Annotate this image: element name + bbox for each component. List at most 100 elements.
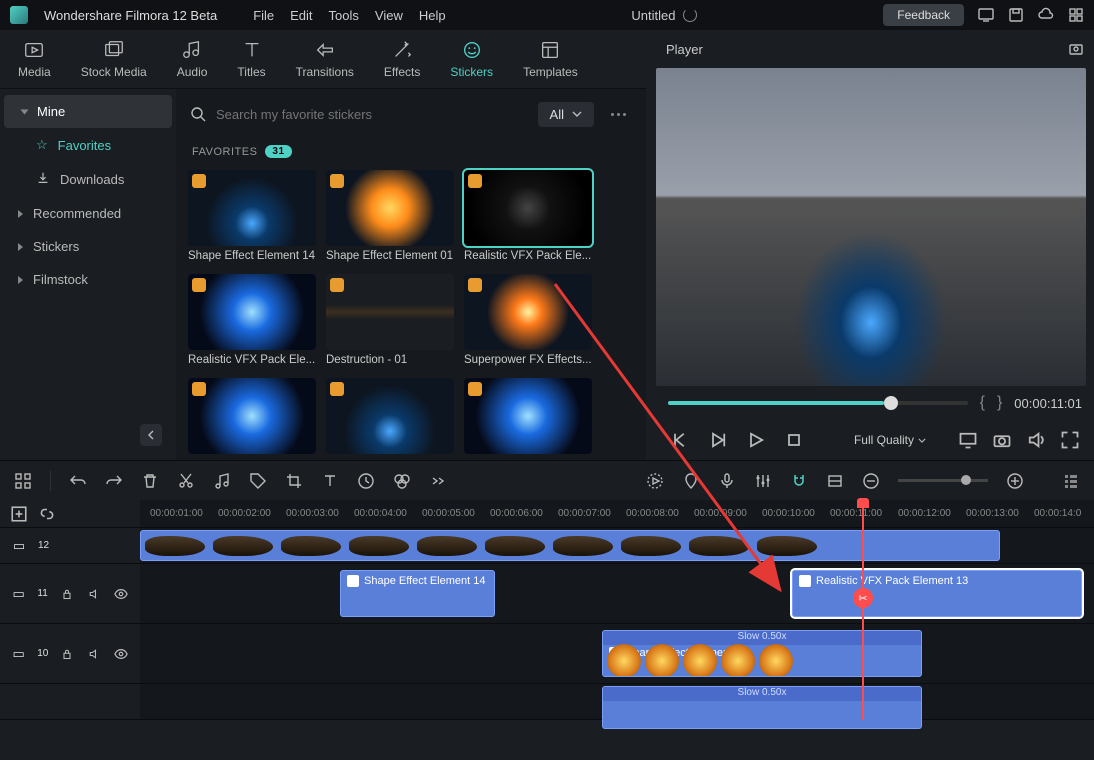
voiceover-icon[interactable] <box>718 472 736 490</box>
timeline-track-12[interactable]: ▭12 <box>0 528 1094 564</box>
menu-edit[interactable]: Edit <box>290 8 312 23</box>
menu-file[interactable]: File <box>253 8 274 23</box>
play-button[interactable] <box>746 430 766 450</box>
more-tools-button[interactable] <box>429 472 447 490</box>
redo-button[interactable] <box>105 472 123 490</box>
marker-icon[interactable] <box>682 472 700 490</box>
mark-out-button[interactable]: } <box>997 394 1002 412</box>
sidebar-item-favorites[interactable]: ☆Favorites <box>0 128 176 162</box>
magnet-icon[interactable] <box>790 472 808 490</box>
display-icon[interactable] <box>958 430 978 450</box>
tag-icon[interactable] <box>249 472 267 490</box>
color-icon[interactable] <box>393 472 411 490</box>
camera-icon[interactable] <box>992 430 1012 450</box>
grid-icon[interactable] <box>1068 7 1084 23</box>
menu-tools[interactable]: Tools <box>329 8 359 23</box>
layout-icon[interactable] <box>14 472 32 490</box>
sticker-thumb[interactable]: Superpower FX Effects... <box>464 274 592 366</box>
premium-icon <box>330 382 344 396</box>
menu-view[interactable]: View <box>375 8 403 23</box>
playhead[interactable]: ✂ <box>862 500 864 720</box>
lock-icon[interactable] <box>58 585 75 603</box>
mixer-icon[interactable] <box>754 472 772 490</box>
sticker-thumb[interactable] <box>326 378 454 454</box>
clip-realistic-vfx[interactable]: Realistic VFX Pack Element 13 <box>792 570 1082 617</box>
cut-button[interactable] <box>177 472 195 490</box>
render-icon[interactable] <box>646 472 664 490</box>
timeline-ruler[interactable]: 00:00:01:00 00:00:02:00 00:00:03:00 00:0… <box>0 500 1094 528</box>
link-icon[interactable] <box>38 505 56 523</box>
timeline-track-11[interactable]: ▭11 Shape Effect Element 14 Realistic VF… <box>0 564 1094 624</box>
sidebar-item-mine[interactable]: Mine <box>4 95 172 128</box>
cloud-icon[interactable] <box>1038 7 1054 23</box>
timeline-track-10[interactable]: ▭10 Slow 0.50x Shape Effect Element 01 <box>0 624 1094 684</box>
tab-effects[interactable]: Effects <box>384 39 420 79</box>
add-track-icon[interactable] <box>10 505 28 523</box>
sticker-thumb[interactable]: Shape Effect Element 01 <box>326 170 454 262</box>
tab-titles[interactable]: Titles <box>237 39 265 79</box>
tab-media[interactable]: Media <box>18 39 51 79</box>
prev-frame-button[interactable] <box>670 430 690 450</box>
speed-icon[interactable] <box>357 472 375 490</box>
sticker-thumb[interactable]: Realistic VFX Pack Ele... <box>464 170 592 262</box>
volume-icon[interactable] <box>1026 430 1046 450</box>
sidebar-item-recommended[interactable]: Recommended <box>0 197 176 230</box>
play-reverse-button[interactable] <box>708 430 728 450</box>
timeline-toolbar <box>0 460 1094 500</box>
favorites-count-badge: 31 <box>265 145 291 158</box>
save-icon[interactable] <box>1008 7 1024 23</box>
crop-icon[interactable] <box>285 472 303 490</box>
tab-stickers[interactable]: Stickers <box>450 39 493 79</box>
text-icon[interactable] <box>321 472 339 490</box>
eye-icon[interactable] <box>113 645 130 663</box>
clip-shape-01[interactable]: Slow 0.50x Shape Effect Element 01 <box>602 630 922 677</box>
frame-icon[interactable] <box>826 472 844 490</box>
assets-grid: All FAVORITES 31 Shape Effect Element 14… <box>176 89 646 460</box>
eye-icon[interactable] <box>113 585 130 603</box>
track-options-icon[interactable] <box>1062 472 1080 490</box>
stop-button[interactable] <box>784 430 804 450</box>
player-preview[interactable] <box>656 68 1086 386</box>
video-track-icon: ▭ <box>10 585 27 603</box>
lock-icon[interactable] <box>58 645 75 663</box>
search-input[interactable] <box>216 107 528 122</box>
sticker-thumb[interactable] <box>188 378 316 454</box>
clip-shape-14[interactable]: Shape Effect Element 14 <box>340 570 495 617</box>
sidebar-item-filmstock[interactable]: Filmstock <box>0 263 176 296</box>
fullscreen-icon[interactable] <box>1060 430 1080 450</box>
mark-in-button[interactable]: { <box>980 394 985 412</box>
zoom-out-button[interactable] <box>862 472 880 490</box>
menu-help[interactable]: Help <box>419 8 446 23</box>
sticker-thumb[interactable] <box>464 378 592 454</box>
sticker-thumb[interactable]: Shape Effect Element 14 <box>188 170 316 262</box>
monitor-icon[interactable] <box>978 7 994 23</box>
delete-button[interactable] <box>141 472 159 490</box>
sidebar-item-stickers[interactable]: Stickers <box>0 230 176 263</box>
quality-dropdown[interactable]: Full Quality <box>854 433 926 447</box>
timeline-track-9[interactable]: Slow 0.50x <box>0 684 1094 720</box>
mute-icon[interactable] <box>86 645 103 663</box>
music-icon[interactable] <box>213 472 231 490</box>
collapse-sidebar-button[interactable] <box>140 424 162 446</box>
filter-dropdown[interactable]: All <box>538 102 594 127</box>
snapshot-icon[interactable] <box>1068 41 1084 57</box>
tab-audio[interactable]: Audio <box>177 39 208 79</box>
assets-panel: Media Stock Media Audio Titles Transitio… <box>0 30 646 460</box>
more-button[interactable] <box>604 113 632 116</box>
tab-transitions[interactable]: Transitions <box>296 39 354 79</box>
clip-destruction[interactable] <box>140 530 1000 561</box>
undo-button[interactable] <box>69 472 87 490</box>
sync-icon[interactable] <box>683 8 697 22</box>
scrub-slider[interactable] <box>668 401 968 405</box>
scissor-icon[interactable]: ✂ <box>853 588 873 608</box>
sidebar-item-downloads[interactable]: Downloads <box>0 162 176 197</box>
clip-shape-01b[interactable]: Slow 0.50x <box>602 686 922 729</box>
sticker-thumb[interactable]: Destruction - 01 <box>326 274 454 366</box>
feedback-button[interactable]: Feedback <box>883 4 964 26</box>
tab-stock-media[interactable]: Stock Media <box>81 39 147 79</box>
sticker-thumb[interactable]: Realistic VFX Pack Ele... <box>188 274 316 366</box>
mute-icon[interactable] <box>85 585 102 603</box>
zoom-slider[interactable] <box>898 479 988 482</box>
tab-templates[interactable]: Templates <box>523 39 578 79</box>
zoom-in-button[interactable] <box>1006 472 1024 490</box>
